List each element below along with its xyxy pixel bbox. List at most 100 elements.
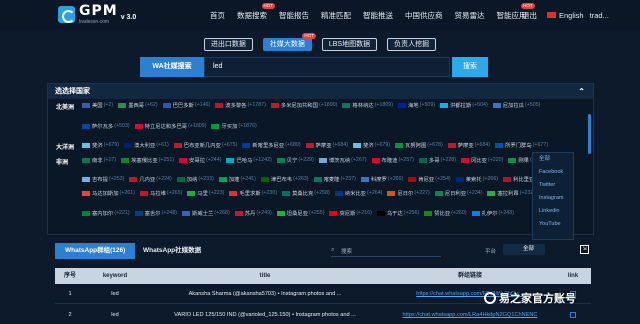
- country-option[interactable]: 加纳 (+233): [176, 175, 214, 183]
- country-option[interactable]: 突尼斯 (+216): [329, 209, 372, 217]
- country-option[interactable]: 毛里求斯 (+230): [229, 189, 277, 197]
- external-link-icon[interactable]: [570, 311, 576, 318]
- nav-item-home[interactable]: 首页: [210, 10, 225, 21]
- country-option[interactable]: 斐济 (+679): [82, 141, 119, 149]
- country-option[interactable]: 牙买加 (+1876): [211, 122, 257, 130]
- country-flag-icon: [434, 190, 443, 196]
- country-option[interactable]: 塞内加尔 (+221): [82, 209, 130, 217]
- user-menu[interactable]: trad...: [590, 11, 609, 20]
- country-option[interactable]: 贝宁 (+229): [276, 156, 314, 164]
- country-name: 莱索托: [465, 177, 482, 183]
- country-option[interactable]: 尼加拉瓜 (+505): [492, 101, 540, 109]
- platform-select[interactable]: 全部: [503, 244, 545, 255]
- tab-whatsapp-groups[interactable]: WhatsApp群组(126): [55, 243, 136, 259]
- search-button[interactable]: 搜索: [452, 57, 488, 77]
- scrollbar[interactable]: [588, 114, 591, 154]
- country-option[interactable]: 多米尼加共和国 (+1890): [270, 101, 337, 109]
- platform-option[interactable]: Facebook: [533, 166, 573, 179]
- country-code: (+689): [285, 142, 301, 148]
- country-option[interactable]: 塞拉利昂 (+232): [487, 189, 535, 197]
- country-option[interactable]: 多哥 (+228): [418, 156, 456, 164]
- country-option[interactable]: 肯尼亚 (+254): [408, 175, 451, 183]
- country-option[interactable]: 洪都拉斯 (+504): [440, 101, 488, 109]
- platform-option[interactable]: YouTube: [533, 218, 573, 231]
- country-option[interactable]: 墨西哥 (+62): [118, 101, 158, 109]
- country-option[interactable]: 所罗门群岛 (+677): [495, 141, 548, 149]
- country-option[interactable]: 马拉维 (+265): [139, 189, 182, 197]
- country-option[interactable]: 海地 (+509): [398, 101, 435, 109]
- row-link[interactable]: [555, 306, 591, 324]
- country-option[interactable]: 苏丹 (+249): [234, 209, 272, 217]
- country-option[interactable]: 莫桑比克 (+258): [282, 189, 330, 197]
- country-option[interactable]: 斯威士兰 (+268): [182, 209, 230, 217]
- country-option[interactable]: 喀麦隆 (+237): [313, 175, 356, 183]
- language-switch[interactable]: English: [547, 11, 584, 20]
- country-option[interactable]: 萨摩亚 (+684): [305, 141, 348, 149]
- country-option[interactable]: 巴哈马 (+1242): [226, 156, 272, 164]
- country-panel-header[interactable]: 选选择国家 ⌃: [48, 84, 593, 99]
- platform-option[interactable]: Linkedin: [533, 205, 573, 218]
- country-option[interactable]: 马达加斯加 (+261): [82, 189, 135, 197]
- country-option[interactable]: 萨摩亚 (+684): [447, 141, 490, 149]
- country-option[interactable]: 巴布亚新几内亚 (+675): [173, 141, 237, 149]
- country-option[interactable]: 新喀里多尼亚 (+689): [242, 141, 301, 149]
- tab-social-big-data[interactable]: 社媒大数据 HOT: [262, 33, 316, 51]
- country-name: 赞比亚: [434, 211, 451, 217]
- results-search-input[interactable]: ⌕ 搜索: [331, 247, 441, 257]
- country-option[interactable]: 尼日尔 (+227): [387, 189, 430, 197]
- logo-icon: [58, 6, 75, 23]
- search-type-select[interactable]: WA社媒搜索: [140, 57, 204, 77]
- country-option[interactable]: 博茨瓦纳 (+267): [318, 156, 367, 164]
- country-option[interactable]: 坦桑尼亚 (+255): [276, 209, 324, 217]
- country-option[interactable]: 美国 (+2): [82, 101, 113, 109]
- country-option[interactable]: 加蓬 (+241): [218, 175, 256, 183]
- country-option[interactable]: 赞比亚 (+260): [424, 209, 467, 217]
- platform-option[interactable]: Twitter: [533, 179, 573, 192]
- tab-import-export[interactable]: 进出口数据: [203, 38, 253, 51]
- nav-item-smart-report[interactable]: 智能报告: [279, 10, 309, 21]
- nav-item-data-search[interactable]: 数据搜索 HOT: [237, 2, 275, 21]
- country-option[interactable]: 吉布提 (+253): [82, 175, 124, 183]
- country-row: 吉布提 (+253) 几内亚 (+224) 加纳 (+233) 加蓬 (+241) 津巴布韦 (+…: [82, 175, 587, 183]
- nav-item-trade-radar[interactable]: 贸易雷达: [455, 10, 485, 21]
- platform-option[interactable]: Instagram: [533, 192, 573, 205]
- country-option[interactable]: 澳大利亚 (+61): [124, 141, 169, 149]
- export-icon[interactable]: ⇲: [580, 245, 589, 254]
- tab-contact-mining[interactable]: 负责人挖掘: [387, 38, 437, 51]
- country-option[interactable]: 南非 (+27): [82, 156, 116, 164]
- country-option[interactable]: 瓦努阿图 (+678): [395, 141, 443, 149]
- platform-option[interactable]: 全部: [533, 153, 573, 166]
- country-option[interactable]: 塞舌尔 (+248): [134, 209, 177, 217]
- nav-item-smart-push[interactable]: 智能推送: [363, 10, 393, 21]
- country-option[interactable]: 安哥拉 (+244): [179, 156, 221, 164]
- country-option[interactable]: 埃塞俄比亚 (+251): [121, 156, 174, 164]
- nav-item-china-suppliers[interactable]: 中国供应商: [405, 10, 443, 21]
- country-option[interactable]: 扎伊尔 (+243): [471, 209, 514, 217]
- country-option[interactable]: 波多黎各 (+1787): [215, 101, 266, 109]
- country-option[interactable]: 几内亚 (+224): [129, 175, 172, 183]
- country-flag-icon: [215, 102, 224, 108]
- chevron-up-icon[interactable]: ⌃: [578, 84, 585, 99]
- exit-link[interactable]: 退出: [522, 10, 537, 21]
- tab-whatsapp-social[interactable]: WhatsApp社媒数据: [133, 243, 211, 259]
- country-option[interactable]: 科摩罗 (+269): [360, 175, 403, 183]
- country-option[interactable]: 格林纳达 (+1809): [342, 101, 393, 109]
- country-option[interactable]: 特立尼达和多巴哥 (+1809): [134, 122, 206, 130]
- country-option[interactable]: 布隆迪 (+257): [371, 156, 414, 164]
- row-group-link[interactable]: https://chat.whatsapp.com/LRa4HkdpN2GQ1C…: [385, 306, 555, 324]
- country-option[interactable]: 津巴布韦 (+263): [260, 175, 309, 183]
- country-option[interactable]: 冈比亚 (+220): [460, 156, 503, 164]
- search-input[interactable]: led: [204, 57, 450, 77]
- country-option[interactable]: 巴巴多斯 (+146): [162, 101, 210, 109]
- country-option[interactable]: 尼日利亚 (+234): [434, 189, 482, 197]
- country-option[interactable]: 萨尔瓦多 (+503): [82, 122, 130, 130]
- tab-lbs-map[interactable]: LBS地图数据: [321, 38, 378, 51]
- country-option[interactable]: 纳米比亚 (+264): [334, 189, 382, 197]
- country-option[interactable]: 莱索托 (+266): [455, 175, 499, 183]
- country-option[interactable]: 乌干达 (+256): [376, 209, 419, 217]
- country-code: (+266): [482, 176, 499, 182]
- logo[interactable]: GPM tradessn.com v 3.0: [58, 4, 136, 25]
- country-option[interactable]: 斐济 (+679): [353, 141, 390, 149]
- country-option[interactable]: 马里 (+223): [187, 189, 224, 197]
- nav-item-precise-match[interactable]: 精准匹配: [321, 10, 351, 21]
